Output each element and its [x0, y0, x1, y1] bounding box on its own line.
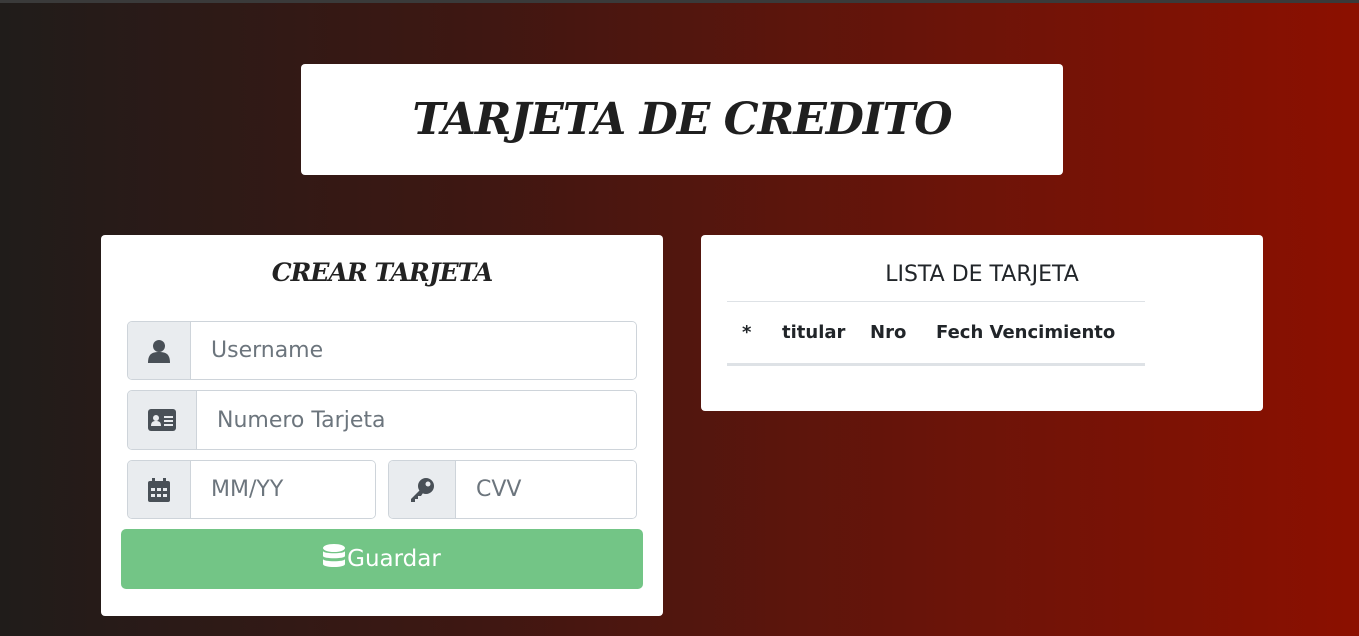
save-button[interactable]: Guardar	[121, 529, 643, 589]
column-header-expiry: Fech Vencimiento	[936, 322, 1116, 343]
table-header-row: * titular Nro Fech Vencimiento	[727, 301, 1145, 366]
expiry-group	[127, 460, 376, 519]
column-header-number: Nro	[870, 322, 907, 343]
card-number-input[interactable]	[197, 391, 636, 449]
key-icon	[389, 461, 456, 518]
cvv-group	[388, 460, 637, 519]
database-icon	[323, 544, 346, 574]
user-icon	[128, 322, 191, 379]
username-input[interactable]	[191, 322, 636, 379]
browser-top-border	[0, 0, 1359, 3]
column-header-holder: titular	[782, 322, 846, 343]
page-title: TARJETA DE CREDITO	[412, 94, 952, 145]
expiry-input[interactable]	[191, 461, 375, 518]
calendar-icon	[128, 461, 191, 518]
id-card-icon	[128, 391, 197, 449]
card-number-group	[127, 390, 637, 450]
save-button-label: Guardar	[347, 546, 441, 572]
cvv-input[interactable]	[456, 461, 636, 518]
column-header-index: *	[742, 322, 752, 343]
page-title-card: TARJETA DE CREDITO	[301, 64, 1063, 175]
username-group	[127, 321, 637, 380]
card-table: * titular Nro Fech Vencimiento	[727, 301, 1145, 366]
list-title: LISTA DE TARJETA	[885, 262, 1079, 287]
form-title: CREAR TARJETA	[271, 258, 494, 287]
